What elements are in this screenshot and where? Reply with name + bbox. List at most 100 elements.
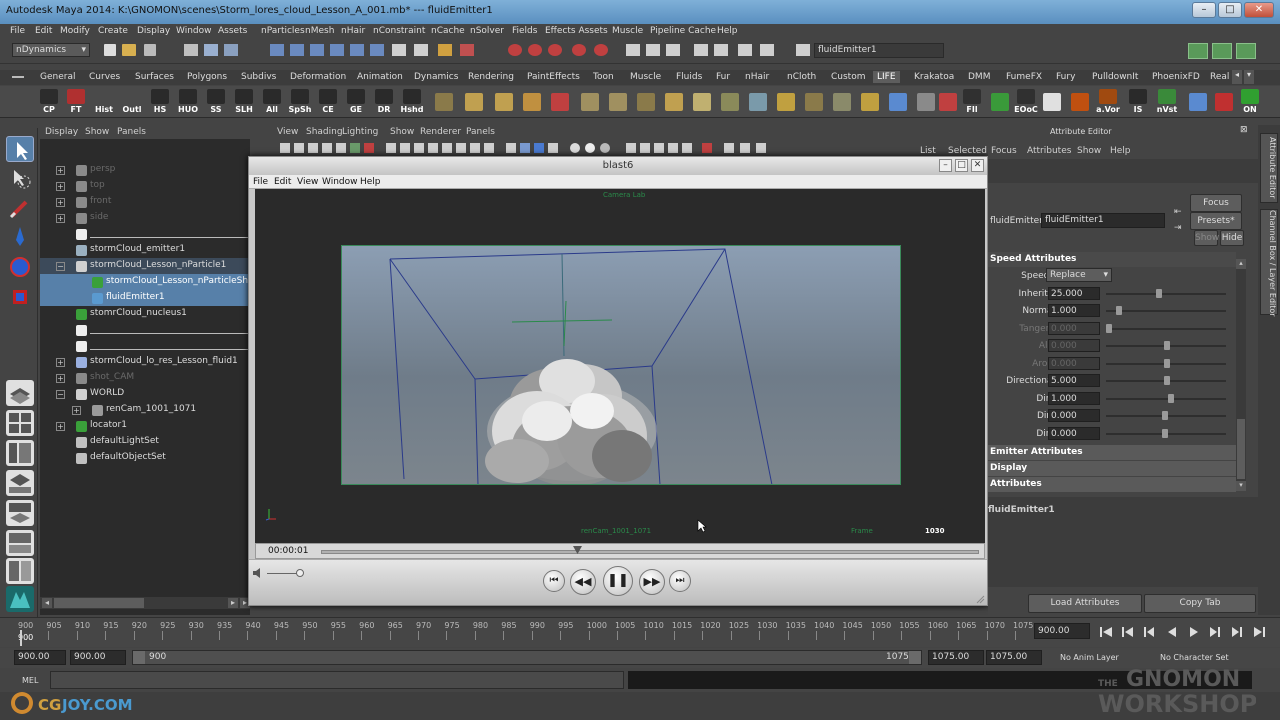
shelf-tab-ncloth[interactable]: nCloth [783, 71, 820, 83]
layout-graph-editor-icon[interactable] [6, 530, 34, 556]
go-input-icon[interactable]: ⇤ [1174, 207, 1186, 217]
shelf-button-ft[interactable]: FT [64, 88, 88, 116]
attr-field[interactable]: 0.000 [1048, 426, 1100, 440]
speed-method-dropdown[interactable]: Replace ▾ [1046, 268, 1112, 282]
scale-tool-icon[interactable] [6, 284, 34, 310]
layout-script-editor-icon[interactable] [6, 558, 34, 584]
shelf-tool-icon[interactable] [492, 88, 516, 116]
layout-persp-outliner-icon[interactable] [6, 440, 34, 466]
output-ops-icon[interactable] [414, 44, 428, 56]
speed-attributes-frame[interactable]: Speed Attributes [988, 252, 1236, 267]
shelf-tool-icon[interactable] [520, 88, 544, 116]
layout-four-icon[interactable] [646, 44, 660, 56]
attr-slider[interactable] [1106, 327, 1226, 330]
current-time-marker[interactable] [20, 630, 22, 646]
shelf-tool-icon[interactable] [690, 88, 714, 116]
attr-slider-knob[interactable] [1106, 323, 1112, 333]
shelf-button-a-vor[interactable]: a.Vor [1096, 88, 1120, 116]
shelf-tab-pulldownit[interactable]: PulldownIt [1088, 71, 1142, 83]
outliner-item[interactable]: defaultLightSet [40, 434, 250, 450]
shelf-button-ce[interactable]: CE [316, 88, 340, 116]
shelf-tool-icon[interactable] [1068, 88, 1092, 116]
rewind-button[interactable]: ◀◀ [570, 569, 596, 595]
viewport-menu-renderer[interactable]: Renderer [420, 127, 461, 137]
menu-display[interactable]: Display [137, 26, 170, 36]
attr-field[interactable]: 1.000 [1048, 304, 1100, 317]
mel-label[interactable]: MEL [22, 676, 38, 685]
maximize-button[interactable]: □ [1218, 2, 1242, 18]
expand-toggle-icon[interactable]: + [56, 182, 65, 191]
menu-muscle[interactable]: Muscle [612, 26, 643, 36]
attr-slider-knob[interactable] [1156, 288, 1162, 298]
shelf-tool-icon[interactable] [462, 88, 486, 116]
attr-slider[interactable] [1106, 292, 1226, 295]
expand-toggle-icon[interactable]: + [56, 358, 65, 367]
shelf-tab-deformation[interactable]: Deformation [286, 71, 350, 83]
outliner-item[interactable]: stormCloud_Lesson_nParticleShape1 [40, 274, 271, 290]
menu-nparticles[interactable]: nParticles [261, 26, 305, 36]
frame-attributes[interactable]: Attributes [988, 477, 1236, 492]
outliner-item[interactable]: + persp [40, 162, 250, 178]
shelf-tool-icon[interactable] [634, 88, 658, 116]
fast-forward-button[interactable]: ▶▶ [639, 569, 665, 595]
ae-menu-focus[interactable]: Focus [991, 146, 1017, 156]
command-input[interactable] [50, 671, 624, 689]
paint-select-tool-icon[interactable] [6, 196, 34, 222]
menu-edit[interactable]: Edit [35, 26, 52, 36]
shelf-tool-icon[interactable] [662, 88, 686, 116]
outliner-item[interactable]: defaultObjectSet [40, 450, 250, 466]
shelf-tab-fury[interactable]: Fury [1052, 71, 1079, 83]
shelf-tab-real[interactable]: Real [1206, 71, 1233, 83]
ae-vscrollbar[interactable]: ▴ ▾ [1236, 259, 1246, 491]
history-icon[interactable] [370, 44, 384, 56]
panel-close-icon[interactable]: ⊠ [1240, 125, 1252, 137]
show-attribute-editor-icon[interactable] [1188, 43, 1208, 59]
ipr-render-icon[interactable] [528, 44, 542, 56]
load-attributes-button[interactable]: Load Attributes [1028, 594, 1142, 613]
frame-emitter-attributes[interactable]: Emitter Attributes [988, 445, 1236, 460]
menu-nhair[interactable]: nHair [341, 26, 365, 36]
outliner-item[interactable]: + shot_CAM [40, 370, 250, 386]
move-tool-icon[interactable] [6, 224, 34, 250]
end-time-field[interactable]: 1075.00 [986, 650, 1042, 665]
rename-mode-icon[interactable] [796, 44, 810, 56]
save-scene-icon[interactable] [144, 44, 156, 56]
playblast-menu-help[interactable]: Help [360, 177, 381, 187]
shelf-button-fil[interactable]: FIl [960, 88, 984, 116]
presets-button[interactable]: Presets* [1190, 212, 1242, 230]
go-to-end-button[interactable]: ⏭ [669, 570, 691, 592]
shelf-tool-icon[interactable] [988, 88, 1012, 116]
ae-menu-list[interactable]: List [920, 146, 936, 156]
absolute-transform-icon[interactable] [760, 44, 774, 56]
shelf-tool-icon[interactable] [936, 88, 960, 116]
menu-pipeline-cache[interactable]: Pipeline Cache [650, 26, 716, 36]
viewport-menu-view[interactable]: View [277, 127, 298, 137]
attr-slider-knob[interactable] [1168, 393, 1174, 403]
shelf-button-outl[interactable]: Outl [120, 88, 144, 116]
outliner-item[interactable] [40, 322, 250, 338]
menu-ncache[interactable]: nCache [431, 26, 465, 36]
input-line-icon[interactable] [694, 44, 708, 56]
attr-slider-knob[interactable] [1162, 411, 1168, 420]
ae-scroll-thumb[interactable] [1237, 419, 1245, 479]
playblast-minimize-button[interactable]: – [939, 159, 952, 172]
expand-toggle-icon[interactable]: + [72, 406, 81, 415]
outliner-item[interactable]: + stormCloud_lo_res_Lesson_fluid1 [40, 354, 250, 370]
snap-point-icon[interactable] [310, 44, 324, 56]
open-scene-icon[interactable] [122, 44, 136, 56]
shelf-tab-rendering[interactable]: Rendering [464, 71, 518, 83]
attr-slider-knob[interactable] [1116, 306, 1122, 315]
new-scene-icon[interactable] [104, 44, 116, 56]
shelf-button-eooc[interactable]: EOoC [1014, 88, 1038, 116]
select-object-icon[interactable] [204, 44, 218, 56]
shelf-button-hist[interactable]: Hist [92, 88, 116, 116]
render-current-icon[interactable] [508, 44, 522, 56]
outliner-item[interactable]: stomrCloud_nucleus1 [40, 306, 250, 322]
menu-help[interactable]: Help [717, 26, 738, 36]
hypershade-icon[interactable] [572, 44, 586, 56]
shelf-tab-fluids[interactable]: Fluids [672, 71, 706, 83]
node-name-field[interactable]: fluidEmitter1 [1041, 213, 1165, 228]
playblast-close-button[interactable]: ✕ [971, 159, 984, 172]
scroll-right-icon[interactable]: ▸ [228, 598, 238, 608]
timeline-playhead-icon[interactable] [573, 546, 582, 559]
